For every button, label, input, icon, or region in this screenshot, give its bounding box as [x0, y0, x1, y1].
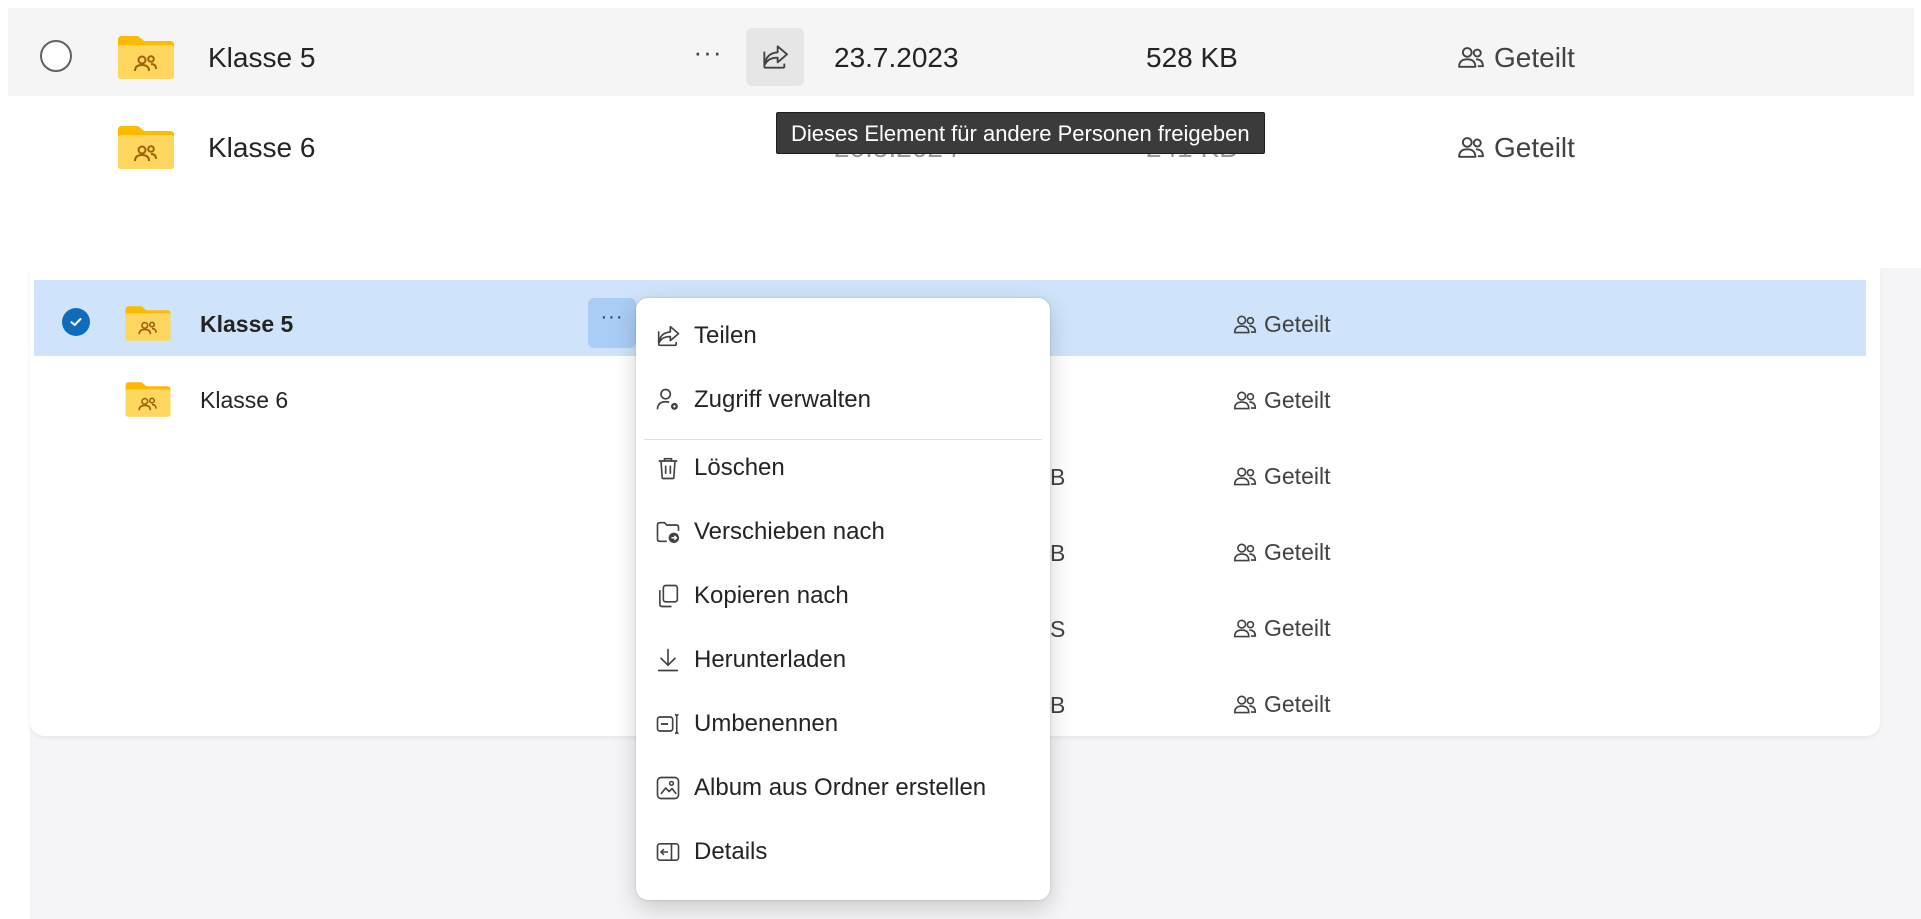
file-name[interactable]: Klasse 6: [208, 132, 315, 164]
manage-access-icon: [656, 388, 678, 410]
people-icon: [1233, 543, 1257, 561]
more-options-button[interactable]: ···: [690, 39, 726, 70]
menu-item-label: Details: [694, 838, 768, 865]
file-name[interactable]: Klasse 5: [200, 311, 293, 338]
sharing-status: Geteilt: [1232, 615, 1330, 642]
menu-item-label: Löschen: [694, 454, 785, 481]
trash-icon: [658, 457, 678, 480]
menu-item-loeschen[interactable]: Löschen: [654, 444, 785, 492]
people-icon: [1458, 137, 1484, 158]
menu-item-label: Umbenennen: [694, 710, 839, 737]
menu-item-zugriff-verwalten[interactable]: Zugriff verwalten: [654, 376, 871, 424]
download-icon: [657, 648, 679, 672]
people-icon: [1233, 619, 1257, 637]
sharing-label: Geteilt: [1264, 387, 1331, 413]
rename-icon: [656, 713, 679, 735]
sharing-label: Geteilt: [1264, 463, 1331, 489]
album-icon: [656, 776, 680, 800]
file-size-partial: B: [1050, 540, 1066, 566]
file-name[interactable]: Klasse 5: [208, 42, 315, 74]
sharing-status: Geteilt: [1232, 387, 1330, 414]
sharing-status: Geteilt: [1232, 691, 1330, 718]
shared-folder-icon: [124, 304, 172, 342]
sharing-label: Geteilt: [1494, 132, 1575, 163]
menu-item-label: Zugriff verwalten: [694, 386, 871, 413]
shared-folder-icon: [116, 124, 176, 170]
details-icon: [656, 843, 680, 861]
menu-item-label: Teilen: [694, 322, 757, 349]
file-name[interactable]: Klasse 6: [200, 387, 288, 414]
more-options-button[interactable]: ···: [588, 298, 636, 348]
sharing-label: Geteilt: [1494, 42, 1575, 73]
menu-item-label: Kopieren nach: [694, 582, 849, 609]
sharing-status: Geteilt: [1456, 132, 1575, 164]
people-icon: [1233, 467, 1257, 485]
row-checked-icon[interactable]: [62, 308, 90, 336]
copy-icon: [659, 584, 679, 608]
people-icon: [1458, 47, 1484, 68]
menu-item-album-erstellen[interactable]: Album aus Ordner erstellen: [654, 764, 986, 812]
menu-item-herunterladen[interactable]: Herunterladen: [654, 636, 846, 684]
shared-folder-icon: [116, 34, 176, 80]
menu-divider: [644, 439, 1042, 440]
file-size-partial: B: [1050, 464, 1066, 490]
menu-item-umbenennen[interactable]: Umbenennen: [654, 700, 838, 748]
move-folder-icon: [656, 521, 680, 544]
sharing-status: Geteilt: [1232, 539, 1330, 566]
sharing-label: Geteilt: [1264, 615, 1331, 641]
sharing-label: Geteilt: [1264, 691, 1331, 717]
sharing-status: Geteilt: [1232, 311, 1330, 338]
menu-item-label: Herunterladen: [694, 646, 847, 673]
share-icon: [763, 45, 788, 69]
file-size: 528 KB: [1146, 42, 1238, 73]
menu-item-label: Verschieben nach: [694, 518, 885, 545]
menu-item-kopieren-nach[interactable]: Kopieren nach: [654, 572, 849, 620]
context-menu: Teilen Zugriff verwalten Löschen Verschi…: [636, 298, 1050, 900]
row-select-radio[interactable]: [40, 40, 72, 72]
modified-date: 23.7.2023: [834, 42, 959, 73]
menu-item-label: Album aus Ordner erstellen: [694, 774, 987, 801]
menu-item-teilen[interactable]: Teilen: [654, 312, 757, 360]
file-size-partial: S: [1050, 616, 1066, 642]
share-button[interactable]: [746, 28, 804, 86]
sharing-label: Geteilt: [1264, 311, 1331, 337]
people-icon: [1233, 695, 1257, 713]
shared-folder-icon: [124, 380, 172, 418]
file-size-partial: B: [1050, 692, 1066, 718]
menu-item-verschieben-nach[interactable]: Verschieben nach: [654, 508, 885, 556]
share-icon: [657, 325, 680, 347]
share-tooltip: Dieses Element für andere Personen freig…: [776, 112, 1265, 154]
sharing-status: Geteilt: [1232, 463, 1330, 490]
people-icon: [1233, 391, 1257, 409]
menu-item-details[interactable]: Details: [654, 828, 767, 876]
people-icon: [1233, 315, 1257, 333]
sharing-status: Geteilt: [1456, 42, 1575, 74]
sharing-label: Geteilt: [1264, 539, 1331, 565]
